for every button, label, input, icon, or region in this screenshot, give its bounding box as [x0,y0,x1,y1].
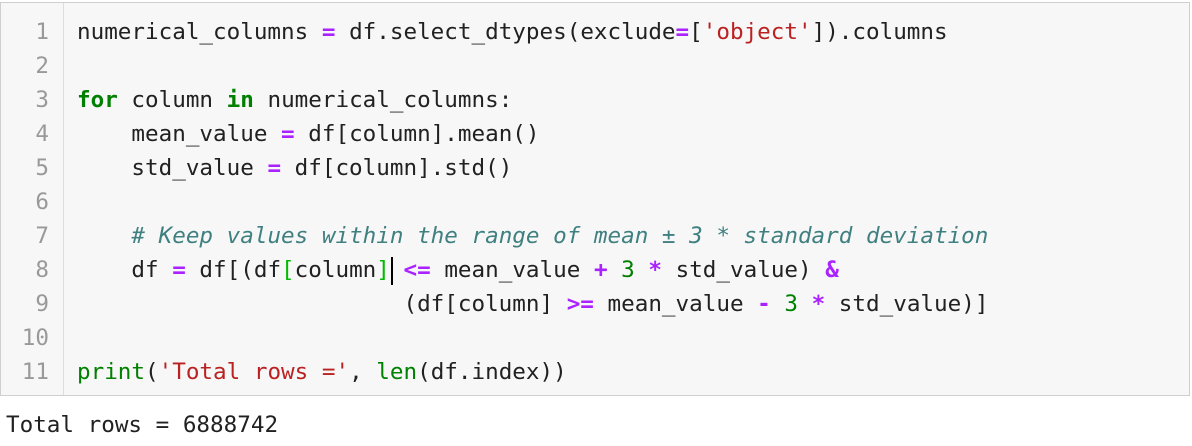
code-line-1[interactable]: numerical_columns = df.select_dtypes(exc… [77,15,948,49]
line-number: 6 [35,189,49,215]
code-line-8[interactable]: df = df[(df[column] <= mean_value + 3 * … [77,253,839,287]
line-number: 9 [35,291,49,317]
line-number-gutter: 1 2 3 4 5 6 7 8 9 10 11 [1,3,64,395]
code-line-9[interactable]: (df[column] >= mean_value - 3 * std_valu… [77,287,988,321]
code-line-7[interactable]: # Keep values within the range of mean ±… [77,219,988,253]
code-comment: # Keep values within the range of mean ±… [131,223,989,249]
line-number: 7 [35,223,49,249]
line-number: 1 [35,19,49,45]
code-line-5[interactable]: std_value = df[column].std() [77,151,512,185]
code-line-3[interactable]: for column in numerical_columns: [77,83,512,117]
line-number: 8 [35,257,49,283]
matched-bracket: ] [376,257,390,283]
code-cell[interactable]: 1 2 3 4 5 6 7 8 9 10 11 numerical_column… [0,2,1190,396]
matched-bracket: [ [281,257,295,283]
code-line-11[interactable]: print('Total rows =', len(df.index)) [77,355,567,389]
code-line-4[interactable]: mean_value = df[column].mean() [77,117,539,151]
line-number: 3 [35,87,49,113]
line-number: 11 [21,359,49,385]
cell-output: Total rows = 6888742 [6,412,279,438]
line-number: 10 [21,325,49,351]
line-number: 4 [35,121,49,147]
line-number: 5 [35,155,49,181]
line-number: 2 [35,53,49,79]
